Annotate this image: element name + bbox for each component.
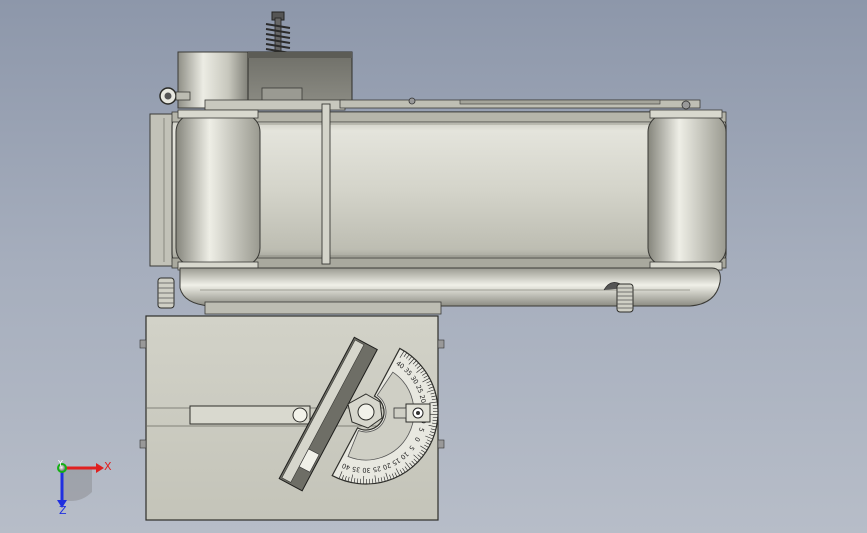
y-axis-label: Y xyxy=(57,459,63,468)
view-triad[interactable]: X Y Z xyxy=(57,459,112,517)
protractor-scale-label: 25 xyxy=(372,464,382,473)
top-mount-bracket xyxy=(204,97,701,111)
x-axis-label: X xyxy=(104,460,112,473)
base-shroud xyxy=(179,267,721,307)
left-drive-roller xyxy=(175,109,261,271)
adjust-knob-left xyxy=(157,277,175,309)
cad-viewport[interactable]: 4035302520151050510152025303540 X Y Z xyxy=(0,0,867,533)
miter-slot xyxy=(189,405,311,425)
belt-guard-strap xyxy=(321,103,331,265)
z-axis-label: Z xyxy=(59,504,67,517)
right-idler-roller xyxy=(647,109,727,271)
belt-sander-drawing: 4035302520151050510152025303540 X Y Z xyxy=(57,11,727,521)
motor-housing xyxy=(177,51,353,109)
tension-spring xyxy=(265,11,291,59)
adjust-wheel-right xyxy=(616,283,634,313)
base-mount-plate xyxy=(204,301,442,315)
protractor-scale-label: 35 xyxy=(351,465,361,474)
protractor-scale-label: 30 xyxy=(362,466,370,474)
